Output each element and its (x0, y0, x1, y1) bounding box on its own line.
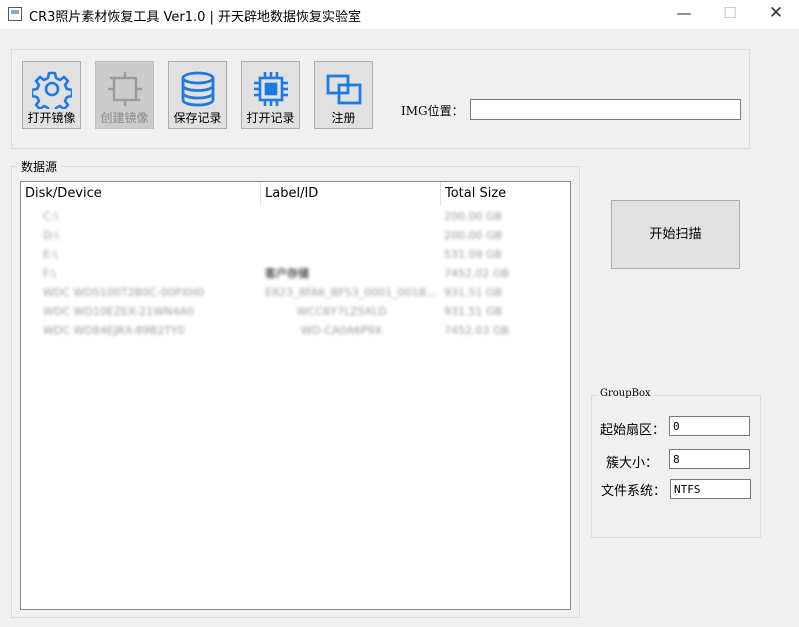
open-record-label: 打开记录 (246, 111, 295, 125)
start-sector-input[interactable] (669, 416, 750, 436)
open-image-label: 打开镜像 (27, 111, 76, 125)
label-cell: WCC6Y7LZSXLD (297, 305, 387, 318)
save-record-label: 保存记录 (173, 111, 222, 125)
size-cell: 200.00 GB (444, 229, 503, 242)
size-cell: 931.51 GB (444, 286, 503, 299)
size-cell: 7452.02 GB (444, 267, 510, 280)
window-title: CR3照片素材恢复工具 Ver1.0 | 开天辟地数据恢复实验室 (29, 10, 362, 25)
table-row[interactable]: WDC WD84EJRX-89B2TY0 WD-CA0A6P9X 7452.03… (21, 321, 570, 340)
label-cell: E823_8FA6_BF53_0001_001B... (265, 286, 437, 299)
overlap-squares-icon (326, 74, 362, 105)
table-row[interactable]: C:\ 200.00 GB (21, 207, 570, 226)
start-sector-label: 起始扇区： (600, 423, 666, 438)
database-icon (181, 71, 215, 107)
register-label: 注册 (331, 111, 356, 125)
register-button[interactable]: 注册 (314, 61, 373, 129)
column-header-device[interactable]: Disk/Device (21, 182, 261, 206)
title-bar: CR3照片素材恢复工具 Ver1.0 | 开天辟地数据恢复实验室 — ☐ ✕ (0, 0, 799, 29)
table-row[interactable]: D:\ 200.00 GB (21, 226, 570, 245)
label-cell (265, 226, 439, 245)
app-icon (8, 7, 22, 21)
device-list[interactable]: Disk/Device Label/ID Total Size C:\ 200.… (20, 181, 571, 610)
label-cell: WD-CA0A6P9X (301, 324, 383, 337)
gear-icon (32, 71, 72, 109)
maximize-button[interactable]: ☐ (707, 0, 753, 29)
file-system-input[interactable] (670, 479, 751, 499)
device-cell: WDC WD10EZEX-21WN4A0 (43, 305, 194, 318)
table-row[interactable]: E:\ 531.09 GB (21, 245, 570, 264)
table-row[interactable]: WDC WD10EZEX-21WN4A0 WCC6Y7LZSXLD 931.51… (21, 302, 570, 321)
cluster-size-label: 簇大小： (606, 456, 659, 471)
close-button[interactable]: ✕ (753, 0, 799, 29)
cluster-size-input[interactable] (669, 449, 750, 469)
list-header: Disk/Device Label/ID Total Size (21, 182, 570, 206)
device-cell: WDC WD84EJRX-89B2TY0 (43, 324, 185, 337)
device-cell: WDC WDS100T2B0C-00PXH0 (43, 286, 205, 299)
minimize-button[interactable]: — (661, 0, 707, 29)
label-cell: 客户存储 (265, 267, 309, 280)
device-cell: E:\ (43, 248, 58, 261)
size-cell: 200.00 GB (444, 210, 503, 223)
file-system-label: 文件系统： (601, 484, 667, 499)
img-location-input[interactable] (470, 99, 741, 120)
create-image-button[interactable]: 创建镜像 (95, 61, 154, 129)
save-record-button[interactable]: 保存记录 (168, 61, 227, 129)
device-cell: C:\ (43, 210, 59, 223)
chip-icon (254, 72, 288, 106)
device-cell: F:\ (43, 267, 56, 280)
device-cell: D:\ (43, 229, 59, 242)
column-header-label[interactable]: Label/ID (261, 182, 441, 206)
settings-group-title: GroupBox (597, 388, 654, 399)
open-image-button[interactable]: 打开镜像 (22, 61, 81, 129)
size-cell: 7452.03 GB (444, 324, 510, 337)
size-cell: 931.51 GB (444, 305, 503, 318)
label-cell (265, 245, 439, 264)
table-row[interactable]: WDC WDS100T2B0C-00PXH0 E823_8FA6_BF53_00… (21, 283, 570, 302)
create-image-label: 创建镜像 (100, 111, 149, 125)
datasource-title: 数据源 (17, 158, 62, 175)
label-cell (265, 207, 439, 226)
table-row[interactable]: F:\ 客户存储 7452.02 GB (21, 264, 570, 283)
img-location-label: IMG位置： (401, 104, 464, 118)
open-record-button[interactable]: 打开记录 (241, 61, 300, 129)
size-cell: 531.09 GB (444, 248, 503, 261)
column-header-size[interactable]: Total Size (441, 182, 570, 206)
crop-icon (108, 72, 142, 106)
start-scan-button[interactable]: 开始扫描 (611, 200, 740, 269)
